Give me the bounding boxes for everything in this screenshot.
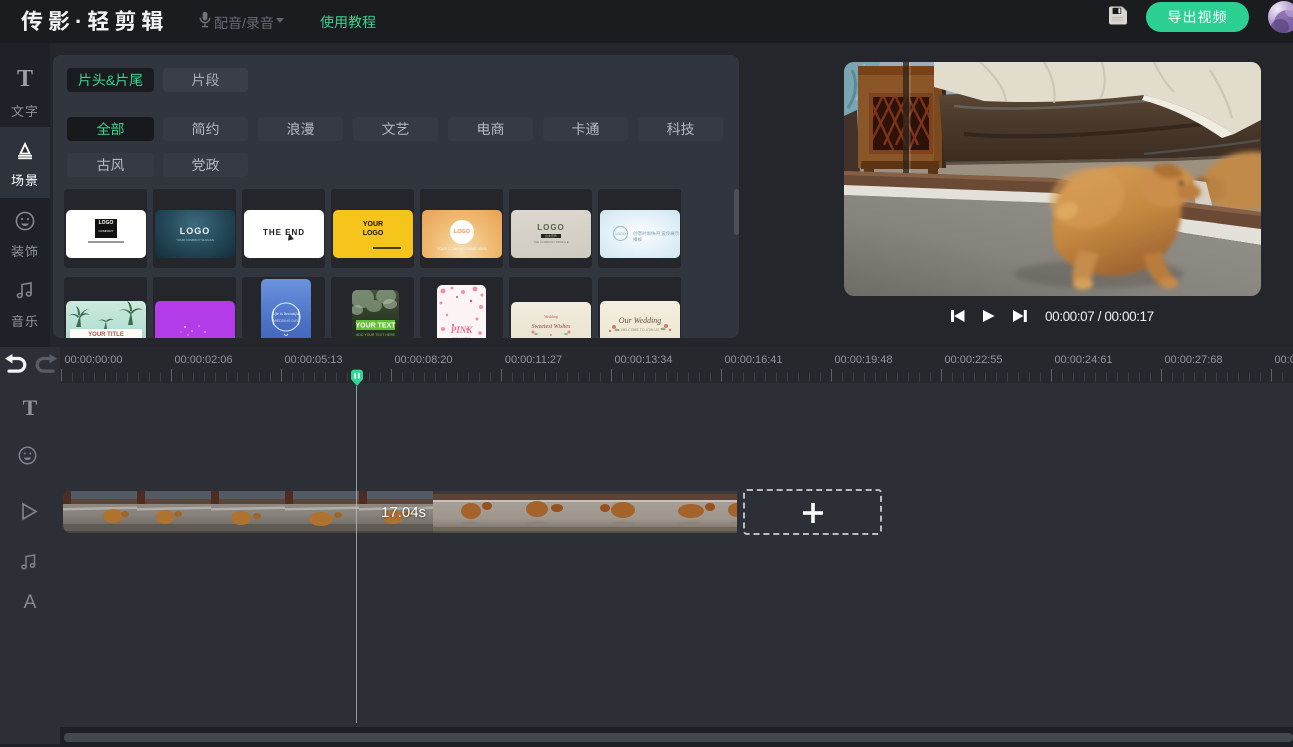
svg-text:PINK: PINK [451,325,473,335]
svg-text:WELCOME TO JOIN US: WELCOME TO JOIN US [621,328,660,332]
svg-text:Wedding: Wedding [544,314,558,319]
svg-text:Our Wedding: Our Wedding [619,316,662,325]
svg-text:YOUR TEXT: YOUR TEXT [355,323,396,330]
svg-text:Life is beautiful: Life is beautiful [271,311,301,316]
svg-text:WEDDING DAY: WEDDING DAY [274,319,299,323]
svg-text:ROMANTIC: ROMANTIC [452,337,471,338]
svg-text:ADD YOUR TEXT HERE: ADD YOUR TEXT HERE [356,333,396,337]
svg-text:Sweetest Wishes: Sweetest Wishes [532,324,571,330]
svg-text:YOUR TITLE: YOUR TITLE [88,332,124,338]
